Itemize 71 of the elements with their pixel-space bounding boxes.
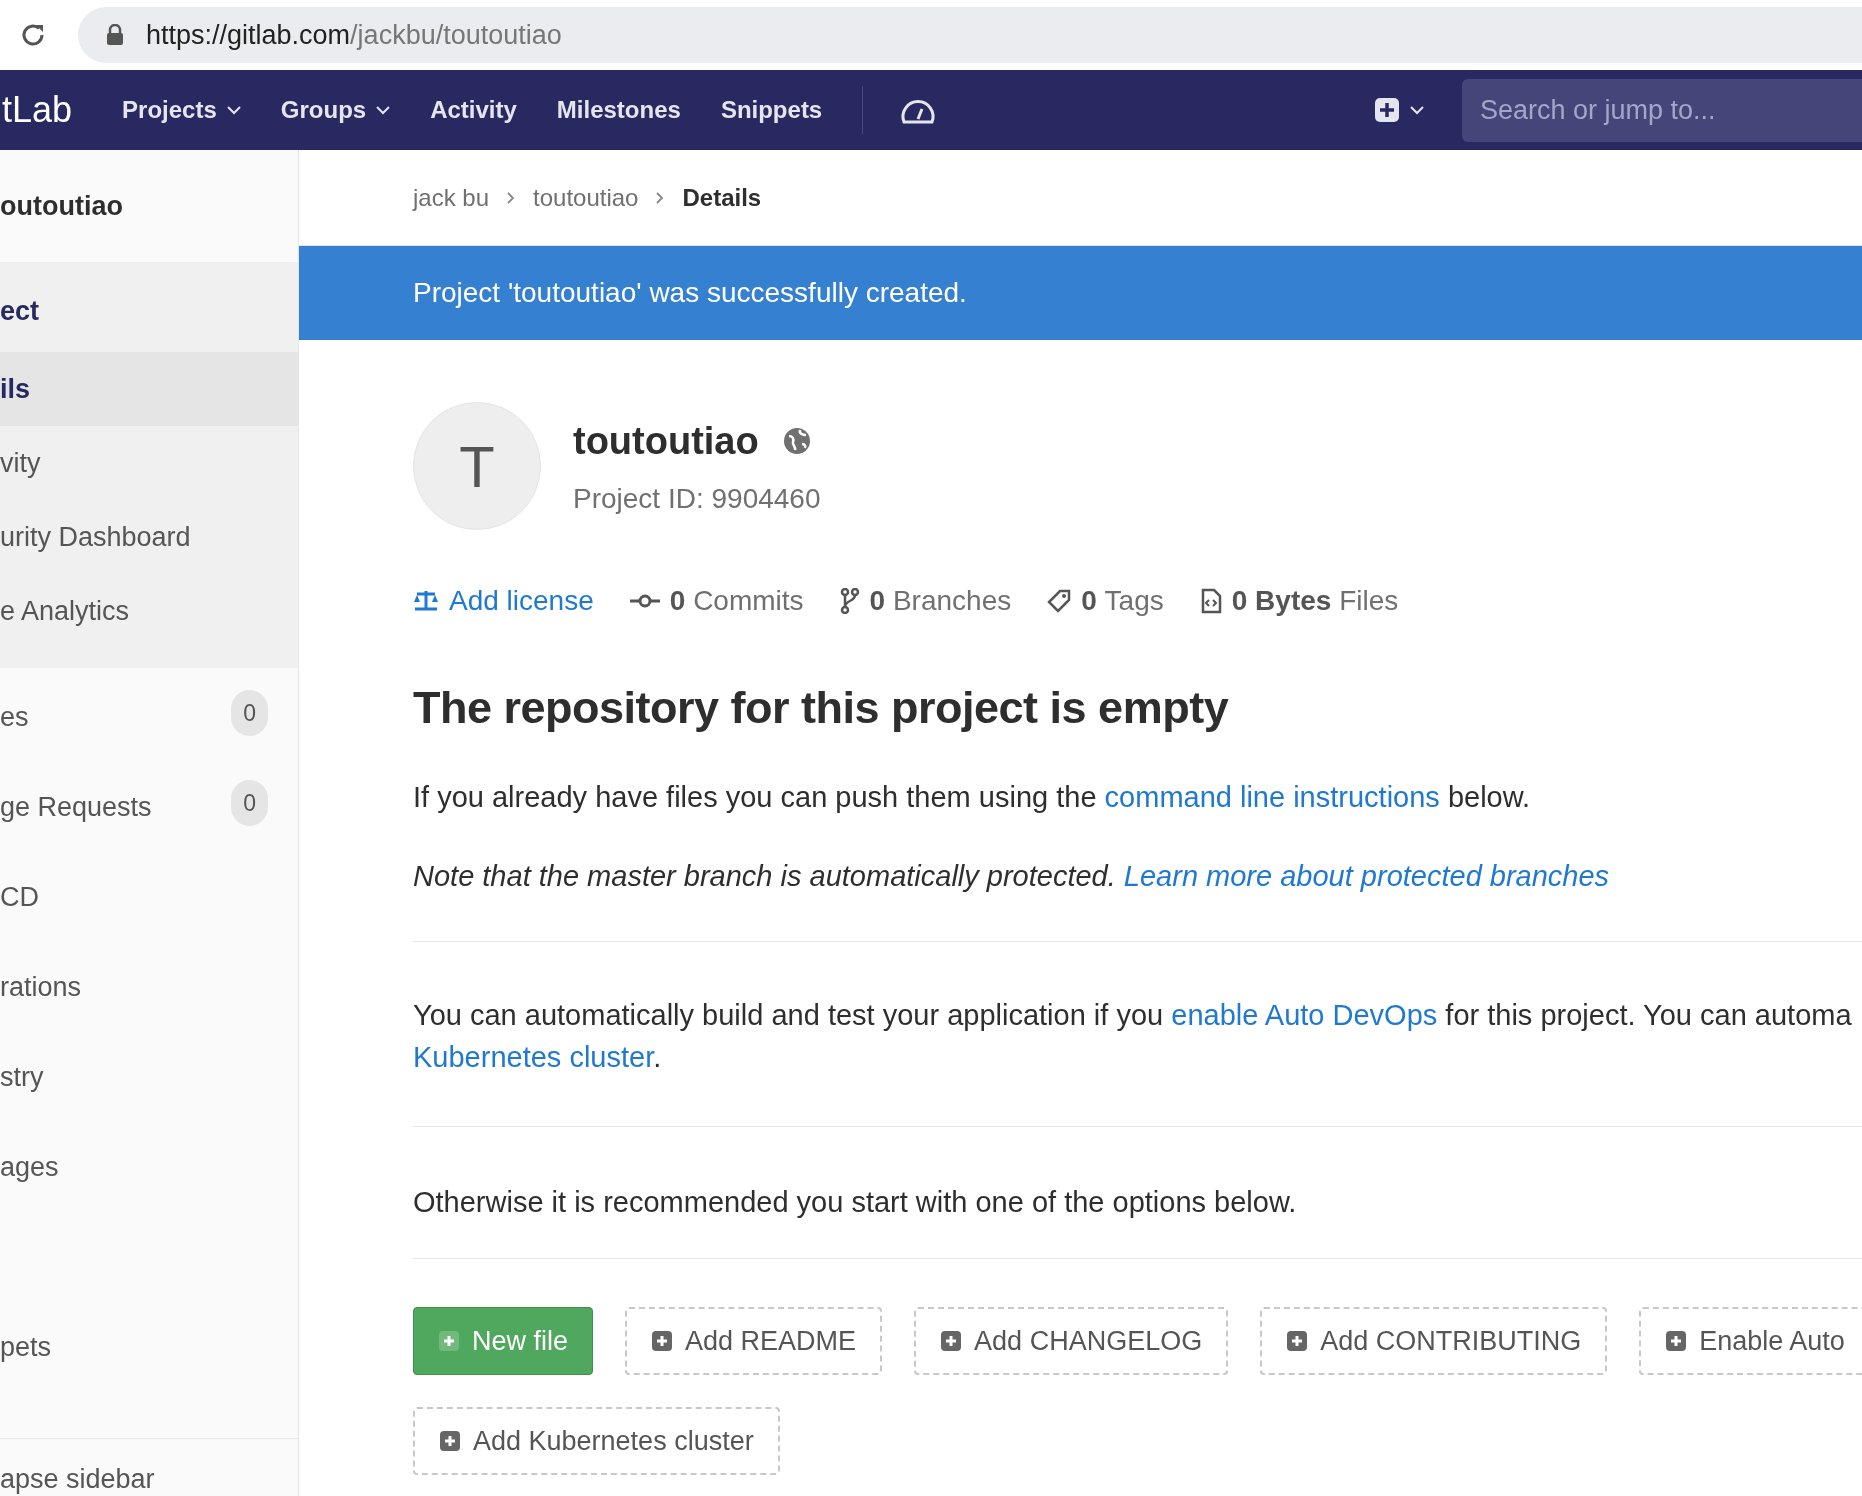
chevron-right-icon — [507, 191, 516, 204]
project-stat-link[interactable]: Add license — [413, 580, 594, 622]
action-button[interactable]: Enable Auto — [1639, 1307, 1862, 1375]
plus-square-icon — [651, 1330, 674, 1352]
plus-square-icon — [438, 1330, 460, 1352]
breadcrumb-link[interactable]: toutoutiao — [533, 179, 639, 216]
address-bar[interactable]: https://gitlab.com/jackbu/toutoutiao — [78, 7, 1862, 63]
sidebar-subitem[interactable]: vity — [0, 426, 298, 500]
new-dropdown[interactable] — [1374, 97, 1424, 123]
protected-branches-link[interactable]: Learn more about protected branches — [1123, 860, 1610, 892]
sidebar-item[interactable]: CD — [0, 848, 298, 938]
sidebar-item[interactable]: ages — [0, 1118, 298, 1208]
action-button[interactable]: Add README — [625, 1307, 883, 1375]
nav-link[interactable]: Groups — [280, 92, 391, 128]
url-text: https://gitlab.com/jackbu/toutoutiao — [146, 18, 562, 52]
nav-link[interactable]: Projects — [122, 92, 241, 128]
branch-icon — [839, 588, 860, 614]
commit-icon — [629, 593, 660, 609]
auto-devops-text: You can automatically build and test your application if you enable Auto DevOps for this project. You can automa Kubernetes cluster. — [413, 997, 1853, 1075]
project-id: Project ID: 9904460 — [573, 481, 821, 516]
flash-banner: Project 'toutoutiao' was successfully created. — [299, 246, 1862, 340]
project-name[interactable]: outoutiao — [0, 185, 123, 227]
tag-icon — [1047, 589, 1072, 613]
project-stat-link[interactable]: 0 Commits — [629, 580, 804, 622]
options-text: Otherwise it is recommended you start with one of the options below. — [413, 1184, 1298, 1220]
plus-square-icon — [1286, 1330, 1309, 1352]
logo-text[interactable]: tLab — [2, 83, 73, 137]
nav-link[interactable]: Activity — [430, 92, 517, 128]
kubernetes-link[interactable]: Kubernetes cluster — [413, 1040, 654, 1073]
chevron-down-icon — [376, 105, 391, 115]
collapse-sidebar-button[interactable]: apse sidebar — [0, 1438, 298, 1496]
breadcrumb-link[interactable]: Details — [682, 179, 762, 216]
sidebar-item[interactable]: pets — [0, 1298, 298, 1388]
sidebar-subitem[interactable]: urity Dashboard — [0, 500, 298, 574]
empty-repo-heading: The repository for this project is empty — [413, 681, 1230, 735]
chevron-down-icon — [1410, 105, 1424, 115]
action-button[interactable]: Add Kubernetes cluster — [413, 1407, 780, 1475]
command-line-link[interactable]: command line instructions — [1104, 780, 1440, 813]
project-stat-link[interactable]: 0 Branches — [839, 580, 1012, 622]
scale-icon — [413, 589, 439, 613]
sidebar-item[interactable]: ect — [0, 262, 298, 352]
sidebar-item[interactable]: rations — [0, 938, 298, 1028]
chevron-down-icon — [226, 105, 241, 115]
plus-square-icon — [1665, 1330, 1688, 1352]
nav-link[interactable]: Milestones — [556, 92, 681, 128]
sidebar-item[interactable]: ge Requests 0 — [0, 758, 298, 848]
auto-devops-link[interactable]: enable Auto DevOps — [1171, 998, 1438, 1031]
globe-icon — [782, 427, 811, 455]
plus-square-icon — [940, 1330, 963, 1352]
search-field[interactable]: Search or jump to... — [1462, 78, 1862, 142]
action-button[interactable]: Add CHANGELOG — [914, 1307, 1229, 1375]
project-stat-link[interactable]: 0 Bytes Files — [1199, 580, 1399, 622]
chevron-right-icon — [656, 191, 665, 204]
push-instructions-text: If you already have files you can push them using the command line instructions below. — [413, 779, 1532, 815]
project-stat-link[interactable]: 0 Tags — [1047, 580, 1164, 622]
file-icon — [1199, 588, 1222, 614]
action-button[interactable]: Add CONTRIBUTING — [1260, 1307, 1608, 1375]
sidebar-item[interactable]: stry — [0, 1028, 298, 1118]
count-badge: 0 — [231, 780, 268, 826]
lock-icon — [106, 24, 124, 46]
plus-square-icon — [1374, 97, 1400, 123]
project-avatar: T — [413, 402, 541, 530]
sidebar-subitem[interactable]: ils — [0, 352, 298, 426]
project-title: toutoutiao — [573, 418, 759, 464]
sidebar-subitem[interactable]: e Analytics — [0, 574, 298, 648]
protected-branch-note: Note that the master branch is automatically protected. Learn more about protected branches — [413, 859, 1611, 894]
sidebar-item[interactable]: es 0 — [0, 668, 298, 758]
plus-square-icon — [439, 1430, 461, 1452]
nav-link[interactable]: Snippets — [720, 92, 823, 128]
breadcrumb-link[interactable]: jack bu — [413, 179, 490, 216]
count-badge: 0 — [231, 690, 268, 736]
